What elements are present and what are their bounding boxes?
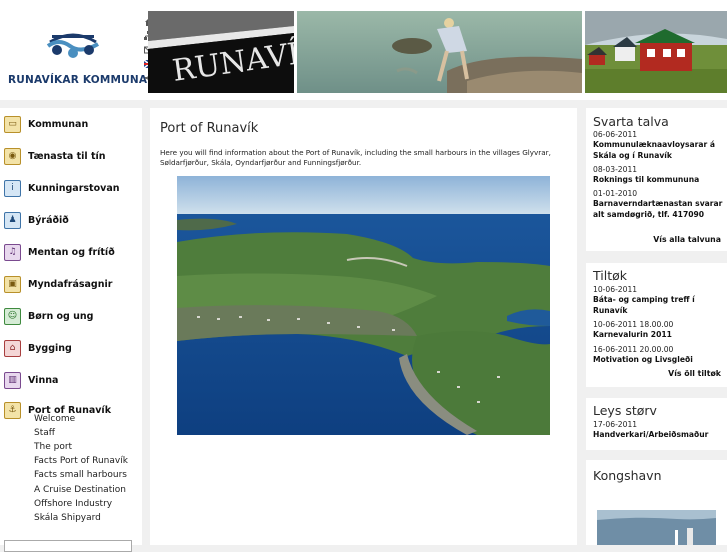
sidebar-item-vinna[interactable]: ▥ Vinna: [4, 370, 58, 390]
header-photo-house: [585, 11, 727, 93]
header-photo-shore: [297, 11, 582, 93]
photo-icon: ▣: [4, 275, 21, 293]
notice-link[interactable]: Kommunulæknaavloysarar á Skála og í Runa…: [593, 140, 725, 161]
sidebar-item-mentan[interactable]: ♫ Mentan og frítíð: [4, 242, 115, 262]
logo-emblem-icon: [46, 33, 100, 58]
main-content: Port of Runavík Here you will find infor…: [150, 108, 577, 545]
notice-date: 01-01-2010: [593, 189, 638, 198]
council-icon: ♟: [4, 211, 21, 229]
leys-storv-panel: Leys størv 17-06-2011 Handverkari/Arbeið…: [586, 398, 727, 450]
tiltok-panel: Tiltøk 10-06-2011 Báta- og camping treff…: [586, 263, 727, 387]
event-date: 10-06-2011: [593, 285, 638, 294]
job-date: 17-06-2011: [593, 420, 638, 429]
sidebar-item-label: Bygging: [28, 342, 72, 354]
notice-date: 06-06-2011: [593, 130, 638, 139]
header-photo-boat: RUNAVÍ: [148, 11, 294, 93]
page-title: Port of Runavík: [160, 121, 259, 136]
kongshavn-title: Kongshavn: [593, 468, 662, 483]
notice-link[interactable]: Barnaverndartænastan svarar alt samdøgri…: [593, 199, 725, 220]
header: RUNAVÍKAR KOMMUNA RUNAVÍ: [0, 0, 727, 100]
subnav-welcome[interactable]: Welcome: [34, 414, 75, 424]
show-all-notices-link[interactable]: Vís alla talvuna: [653, 235, 721, 244]
info-icon: i: [4, 179, 21, 197]
svarta-talva-panel: Svarta talva 06-06-2011 Kommunulæknaavlo…: [586, 108, 727, 251]
event-date: 10-06-2011 18.00.00: [593, 320, 674, 329]
service-icon: ◉: [4, 147, 21, 165]
subnav-cruise-destination[interactable]: A Cruise Destination: [34, 485, 126, 495]
sidebar-item-kunningarstovan[interactable]: i Kunningarstovan: [4, 178, 120, 198]
children-icon: ☺: [4, 307, 21, 325]
sidebar-item-label: Børn og ung: [28, 310, 94, 322]
sidebar-item-label: Vinna: [28, 374, 59, 386]
subnav-staff[interactable]: Staff: [34, 428, 55, 438]
sidebar-item-taenasta[interactable]: ◉ Tænasta til tín: [4, 146, 106, 166]
notice-link[interactable]: Roknings til kommununa: [593, 175, 725, 186]
event-link[interactable]: Báta- og camping treff í Runavík: [593, 295, 725, 316]
svarta-talva-title: Svarta talva: [593, 114, 669, 129]
event-link[interactable]: Karnevalurin 2011: [593, 330, 725, 341]
sidebar-item-bygging[interactable]: ⌂ Bygging: [4, 338, 72, 358]
sidebar: ▭ Kommunan ◉ Tænasta til tín i Kunningar…: [0, 108, 142, 545]
subnav-skala-shipyard[interactable]: Skála Shipyard: [34, 513, 101, 523]
building-icon: ⌂: [4, 339, 21, 357]
sidebar-item-label: Mentan og frítíð: [28, 246, 115, 258]
event-link[interactable]: Motivation og Livsgleði: [593, 355, 725, 366]
kongshavn-panel: Kongshavn: [586, 460, 727, 545]
logo-text: RUNAVÍKAR KOMMUNA: [8, 74, 148, 86]
logo[interactable]: RUNAVÍKAR KOMMUNA: [0, 10, 148, 94]
sidebar-item-label: Myndafrásagnir: [28, 278, 113, 290]
show-all-events-link[interactable]: Vís öll tiltøk: [668, 369, 721, 378]
intro-text: Here you will find information about the…: [160, 148, 551, 167]
sidebar-item-label: Kommunan: [28, 118, 89, 130]
subnav-offshore-industry[interactable]: Offshore Industry: [34, 499, 112, 509]
sidebar-item-byradid[interactable]: ♟ Býráðið: [4, 210, 69, 230]
search-input[interactable]: [4, 540, 132, 552]
sidebar-item-label: Tænasta til tín: [28, 150, 106, 162]
sidebar-item-kommunan[interactable]: ▭ Kommunan: [4, 114, 88, 134]
subnav-facts-port[interactable]: Facts Port of Runavík: [34, 456, 128, 466]
culture-icon: ♫: [4, 243, 21, 261]
kongshavn-photo[interactable]: [597, 510, 716, 545]
sidebar-item-myndafrasagnir[interactable]: ▣ Myndafrásagnir: [4, 274, 112, 294]
port-icon: ⚓: [4, 401, 21, 419]
town-hall-icon: ▭: [4, 115, 21, 133]
event-date: 16-06-2011 20.00.00: [593, 345, 674, 354]
leys-storv-title: Leys størv: [593, 403, 657, 418]
tiltok-title: Tiltøk: [593, 268, 627, 283]
subnav-facts-small-harbours[interactable]: Facts small harbours: [34, 470, 127, 480]
aerial-photo: [177, 176, 550, 435]
notice-date: 08-03-2011: [593, 165, 638, 174]
sidebar-item-label: Býráðið: [28, 214, 69, 226]
work-icon: ▥: [4, 371, 21, 389]
sidebar-item-label: Kunningarstovan: [28, 182, 120, 194]
subnav-the-port[interactable]: The port: [34, 442, 72, 452]
job-link[interactable]: Handverkari/Arbeiðsmaður: [593, 430, 725, 441]
sidebar-item-born[interactable]: ☺ Børn og ung: [4, 306, 93, 326]
